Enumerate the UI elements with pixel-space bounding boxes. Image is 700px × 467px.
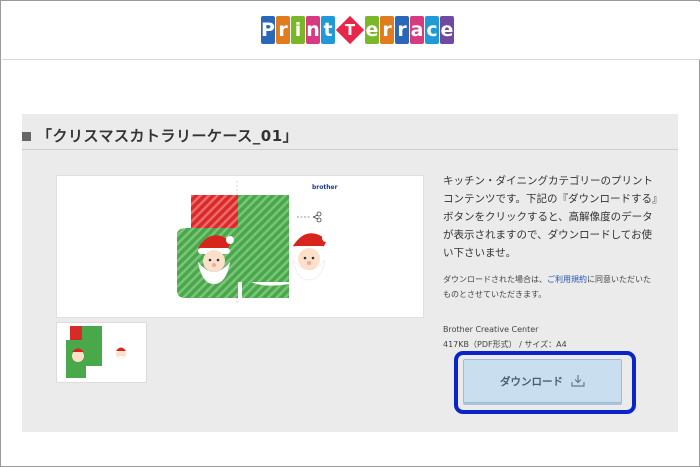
product-title: 「クリスマスカトラリーケース_01」 bbox=[37, 127, 299, 145]
product-thumbnail[interactable] bbox=[56, 322, 147, 383]
print-terrace-logo[interactable]: P r i n t T e r r a c e bbox=[261, 11, 455, 49]
title-square-icon bbox=[22, 132, 31, 141]
file-info: 417KB（PDF形式） / サイズ：A4 bbox=[443, 340, 567, 349]
logo-letter: i bbox=[291, 16, 305, 44]
logo-letter: a bbox=[410, 16, 424, 44]
product-title-row: 「クリスマスカトラリーケース_01」 bbox=[22, 120, 678, 150]
logo-letter: r bbox=[276, 16, 290, 44]
logo-letter: T bbox=[344, 21, 356, 39]
product-preview-image[interactable]: brother bbox=[56, 175, 424, 318]
cutlery-case-illustration: brother bbox=[177, 181, 338, 303]
logo-letter: r bbox=[380, 16, 394, 44]
download-button-label: ダウンロード bbox=[500, 375, 563, 388]
logo-letter: n bbox=[306, 16, 320, 44]
logo-diamond: T bbox=[335, 15, 365, 45]
scissors-icon bbox=[297, 211, 322, 223]
logo-letter: r bbox=[395, 16, 409, 44]
logo-letter: P bbox=[261, 16, 275, 44]
terms-note: ダウンロードされた場合は、ご利用規約に同意いただいたものとさせていただきます。 bbox=[443, 272, 658, 302]
logo-letter: e bbox=[365, 16, 379, 44]
download-button[interactable]: ダウンロード bbox=[463, 359, 622, 403]
product-panel: 「クリスマスカトラリーケース_01」 brother キッチン・ダイニングカテゴ… bbox=[22, 114, 678, 432]
page-frame: P r i n t T e r r a c e 「クリスマスカトラリーケース_0… bbox=[0, 0, 700, 467]
brother-logo: brother bbox=[312, 184, 338, 191]
product-description: キッチン・ダイニングカテゴリーのプリントコンテンツです。下記の『ダウンロードする… bbox=[443, 175, 658, 259]
terms-link[interactable]: ご利用規約 bbox=[547, 275, 587, 284]
terms-note-text: ダウンロードされた場合は、 bbox=[443, 275, 547, 284]
site-header: P r i n t T e r r a c e bbox=[2, 2, 700, 60]
provider-name: Brother Creative Center bbox=[443, 325, 539, 334]
logo-letter: e bbox=[440, 16, 454, 44]
logo-letter: t bbox=[321, 16, 335, 44]
download-icon bbox=[571, 375, 585, 387]
thumbnail-illustration bbox=[66, 326, 126, 378]
santa-right-icon bbox=[292, 233, 330, 281]
logo-letter: c bbox=[425, 16, 439, 44]
